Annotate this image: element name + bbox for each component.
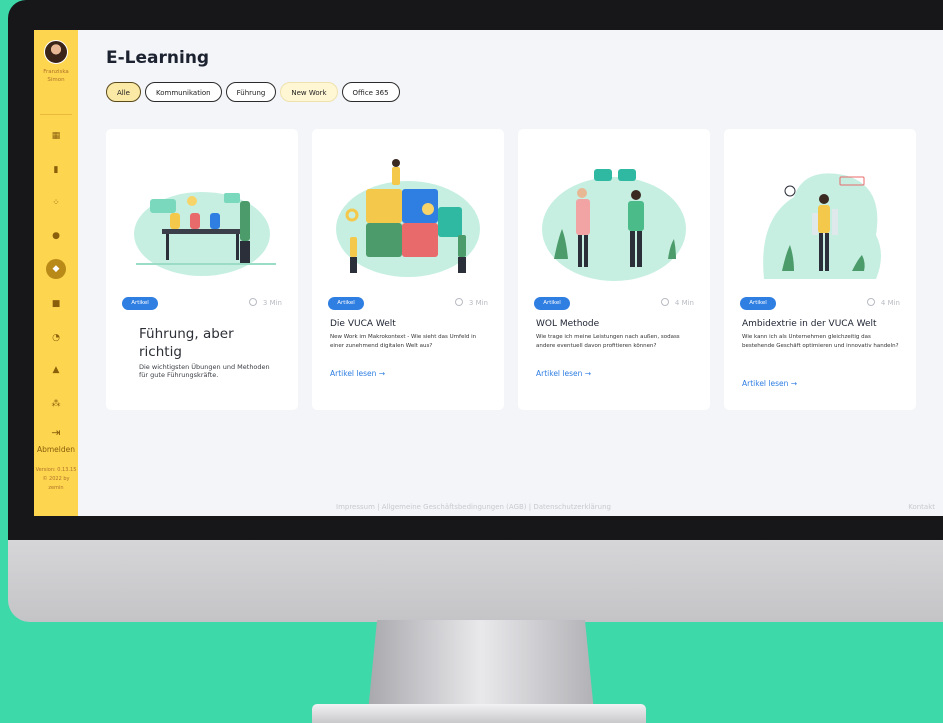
article-card[interactable]: Artikel 4 Min WOL Methode Wie trage ich … <box>518 129 710 410</box>
filter-chip-new-work[interactable]: New Work <box>280 82 338 102</box>
read-article-link[interactable]: Artikel lesen → <box>330 369 385 378</box>
sidebar-item-profile[interactable]: ▲ <box>46 360 66 380</box>
sidebar-item-elearning[interactable]: ◆ <box>46 259 66 279</box>
gauge-icon: ◔ <box>52 333 60 343</box>
conversation-illustration <box>542 169 686 281</box>
article-card[interactable]: Artikel 4 Min Ambidextrie in der VUCA We… <box>724 129 916 410</box>
filter-chip-fuehrung[interactable]: Führung <box>225 82 277 102</box>
clock-icon <box>454 298 463 306</box>
puzzle-illustration <box>336 159 480 277</box>
reading-time: 3 Min <box>454 297 488 310</box>
card-title: Ambidextrie in der VUCA Welt <box>742 319 877 329</box>
page-title: E-Learning <box>106 48 210 68</box>
idea-icon: ● <box>52 231 60 241</box>
ambidexterity-illustration <box>763 173 881 279</box>
monitor-chin <box>8 540 943 622</box>
sidebar-divider <box>40 114 72 115</box>
card-description: Wie kann ich als Unternehmen gleichzeiti… <box>742 334 899 349</box>
filter-bar: Alle Kommunikation Führung New Work Offi… <box>106 82 400 102</box>
sidebar: Franziska Simon ▦ ▮ ⁘ ● ◆ ■ ◔ ▲ ⁂ ⇥ Abme… <box>34 30 78 516</box>
sidebar-item-analytics[interactable]: ⁘ <box>46 193 66 213</box>
analytics-icon: ⁘ <box>52 198 60 208</box>
card-title: Führung, aber richtig <box>139 326 234 360</box>
dashboard-icon: ▦ <box>51 131 61 141</box>
avatar[interactable] <box>44 40 68 64</box>
footer: Impressum | Allgemeine Geschäftsbedingun… <box>34 503 943 516</box>
card-description: Die wichtigsten Übungen und Methoden für… <box>139 363 270 379</box>
contact-link[interactable]: Kontakt <box>908 503 935 511</box>
user-name: Franziska Simon <box>34 68 78 84</box>
filter-chip-alle[interactable]: Alle <box>106 82 141 102</box>
version-info: Version: 0.13.15 © 2022 by zemin <box>34 466 78 493</box>
sidebar-item-performance[interactable]: ◔ <box>46 328 66 348</box>
app-screen: Franziska Simon ▦ ▮ ⁘ ● ◆ ■ ◔ ▲ ⁂ ⇥ Abme… <box>34 30 943 516</box>
card-title: Die VUCA Welt <box>330 319 396 329</box>
reading-time: 4 Min <box>866 297 900 310</box>
read-article-link[interactable]: Artikel lesen → <box>742 379 797 388</box>
copyright: © 2022 by <box>42 476 70 482</box>
read-article-link[interactable]: Artikel lesen → <box>536 369 591 378</box>
logout-icon[interactable]: ⇥ <box>34 426 78 439</box>
reading-time: 3 Min <box>248 297 282 310</box>
card-description: Wie trage ich meine Leistungen nach auße… <box>536 334 680 349</box>
team-icon: ⁂ <box>51 399 61 409</box>
monitor-foot <box>312 704 646 723</box>
footer-links[interactable]: Impressum | Allgemeine Geschäftsbedingun… <box>336 503 611 511</box>
duration-text: 3 Min <box>468 299 488 307</box>
logout-button[interactable]: Abmelden <box>34 445 78 454</box>
sidebar-item-statistics[interactable]: ▮ <box>46 160 66 180</box>
category-badge: Artikel <box>534 297 570 310</box>
sidebar-item-dashboard[interactable]: ▦ <box>46 126 66 146</box>
chart-icon: ▮ <box>53 165 59 175</box>
category-badge: Artikel <box>122 297 158 310</box>
filter-chip-kommunikation[interactable]: Kommunikation <box>145 82 222 102</box>
sidebar-item-ideas[interactable]: ● <box>46 226 66 246</box>
chat-icon: ■ <box>51 299 61 309</box>
article-card[interactable]: Artikel 3 Min Führung, aber richtig Die … <box>106 129 298 410</box>
reading-time: 4 Min <box>660 297 694 310</box>
monitor-stand <box>368 620 594 712</box>
duration-text: 3 Min <box>262 299 282 307</box>
duration-text: 4 Min <box>674 299 694 307</box>
card-title: WOL Methode <box>536 319 600 329</box>
card-description: New Work im Makrokontext - Wie sieht das… <box>330 334 477 349</box>
filter-chip-office-365[interactable]: Office 365 <box>341 82 400 102</box>
duration-text: 4 Min <box>880 299 900 307</box>
team-meeting-illustration <box>134 192 276 276</box>
clock-icon <box>660 298 669 306</box>
graduation-cap-icon: ◆ <box>52 264 60 274</box>
person-icon: ▲ <box>52 365 60 375</box>
user-last-name: Simon <box>47 77 65 83</box>
sidebar-item-feedback[interactable]: ■ <box>46 294 66 314</box>
sidebar-item-team[interactable]: ⁂ <box>46 394 66 414</box>
category-badge: Artikel <box>328 297 364 310</box>
article-card[interactable]: Artikel 3 Min Die VUCA Welt New Work im … <box>312 129 504 410</box>
category-badge: Artikel <box>740 297 776 310</box>
user-first-name: Franziska <box>43 69 69 75</box>
version-number: Version: 0.13.15 <box>35 467 77 473</box>
clock-icon <box>248 298 257 306</box>
copyright-owner: zemin <box>48 485 64 491</box>
clock-icon <box>866 298 875 306</box>
